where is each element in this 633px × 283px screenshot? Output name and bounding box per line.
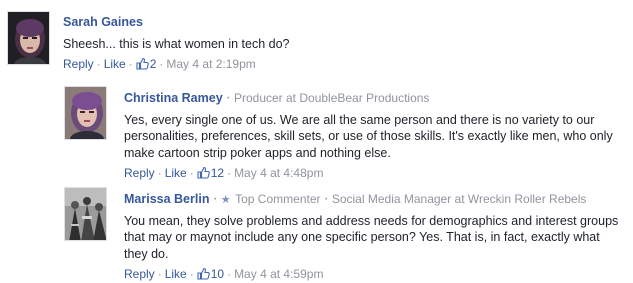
commenter-name[interactable]: Christina Ramey: [124, 91, 223, 105]
like-link[interactable]: Like: [165, 267, 187, 281]
separator: ·: [189, 165, 194, 180]
avatar-image: [8, 12, 49, 64]
separator: ·: [157, 165, 162, 180]
like-count-value: 12: [210, 165, 225, 180]
comment-text: You mean, they solve problems and addres…: [124, 214, 619, 261]
separator: ·: [227, 165, 232, 180]
commenter-subtitle: Producer at DoubleBear Productions: [233, 91, 430, 105]
like-count-value: 2: [149, 57, 157, 72]
timestamp[interactable]: May 4 at 2:19pm: [166, 57, 255, 71]
avatar-image: [65, 188, 106, 240]
separator: ·: [128, 57, 133, 72]
star-icon: ★: [220, 194, 231, 206]
top-commenter-badge: Top Commenter: [235, 192, 321, 206]
commenter-subtitle: Social Media Manager at Wreckin Roller R…: [331, 192, 587, 206]
like-count[interactable]: 12: [197, 166, 224, 180]
like-link[interactable]: Like: [165, 166, 187, 180]
separator: ·: [189, 266, 194, 281]
timestamp[interactable]: May 4 at 4:59pm: [234, 267, 323, 281]
separator: ·: [212, 190, 218, 207]
comment-text: Sheesh... this is what women in tech do?: [63, 37, 290, 51]
like-count[interactable]: 10: [197, 267, 224, 281]
separator: ·: [323, 190, 329, 207]
thumbs-up-icon: [197, 166, 210, 182]
comment-sarah-gaines: Sarah Gaines Sheesh... this is what wome…: [0, 0, 633, 82]
like-count-value: 10: [210, 266, 225, 281]
timestamp[interactable]: May 4 at 4:48pm: [234, 166, 323, 180]
separator: ·: [227, 266, 232, 281]
avatar-image: [65, 87, 106, 139]
comment-actions: Reply · Like · 10 · May 4 at 4:59pm: [124, 267, 619, 283]
thumbs-up-icon: [197, 267, 210, 283]
like-link[interactable]: Like: [104, 57, 126, 71]
commenter-name[interactable]: Marissa Berlin: [124, 192, 209, 206]
separator: ·: [225, 89, 231, 106]
like-count[interactable]: 2: [136, 57, 157, 73]
separator: ·: [157, 266, 162, 281]
avatar-marissa-berlin[interactable]: [64, 187, 107, 241]
avatar-christina-ramey[interactable]: [64, 86, 107, 140]
reply-link[interactable]: Reply: [63, 57, 94, 71]
comment-text: Yes, every single one of us. We are all …: [124, 113, 613, 160]
avatar-sarah-gaines[interactable]: [7, 11, 50, 65]
separator: ·: [96, 57, 101, 72]
comment-marissa-berlin: Marissa Berlin · ★ Top Commenter · Social Me…: [0, 182, 633, 282]
commenter-name[interactable]: Sarah Gaines: [63, 15, 143, 29]
comment-christina-ramey: Christina Ramey · Producer at DoubleBear P…: [0, 82, 633, 182]
comment-actions: Reply · Like · 2 · May 4 at 2:19pm: [63, 57, 623, 73]
reply-link[interactable]: Reply: [124, 166, 155, 180]
thumbs-up-icon: [136, 57, 149, 73]
comment-actions: Reply · Like · 12 · May 4 at 4:48pm: [124, 166, 619, 182]
reply-link[interactable]: Reply: [124, 267, 155, 281]
separator: ·: [159, 57, 164, 72]
